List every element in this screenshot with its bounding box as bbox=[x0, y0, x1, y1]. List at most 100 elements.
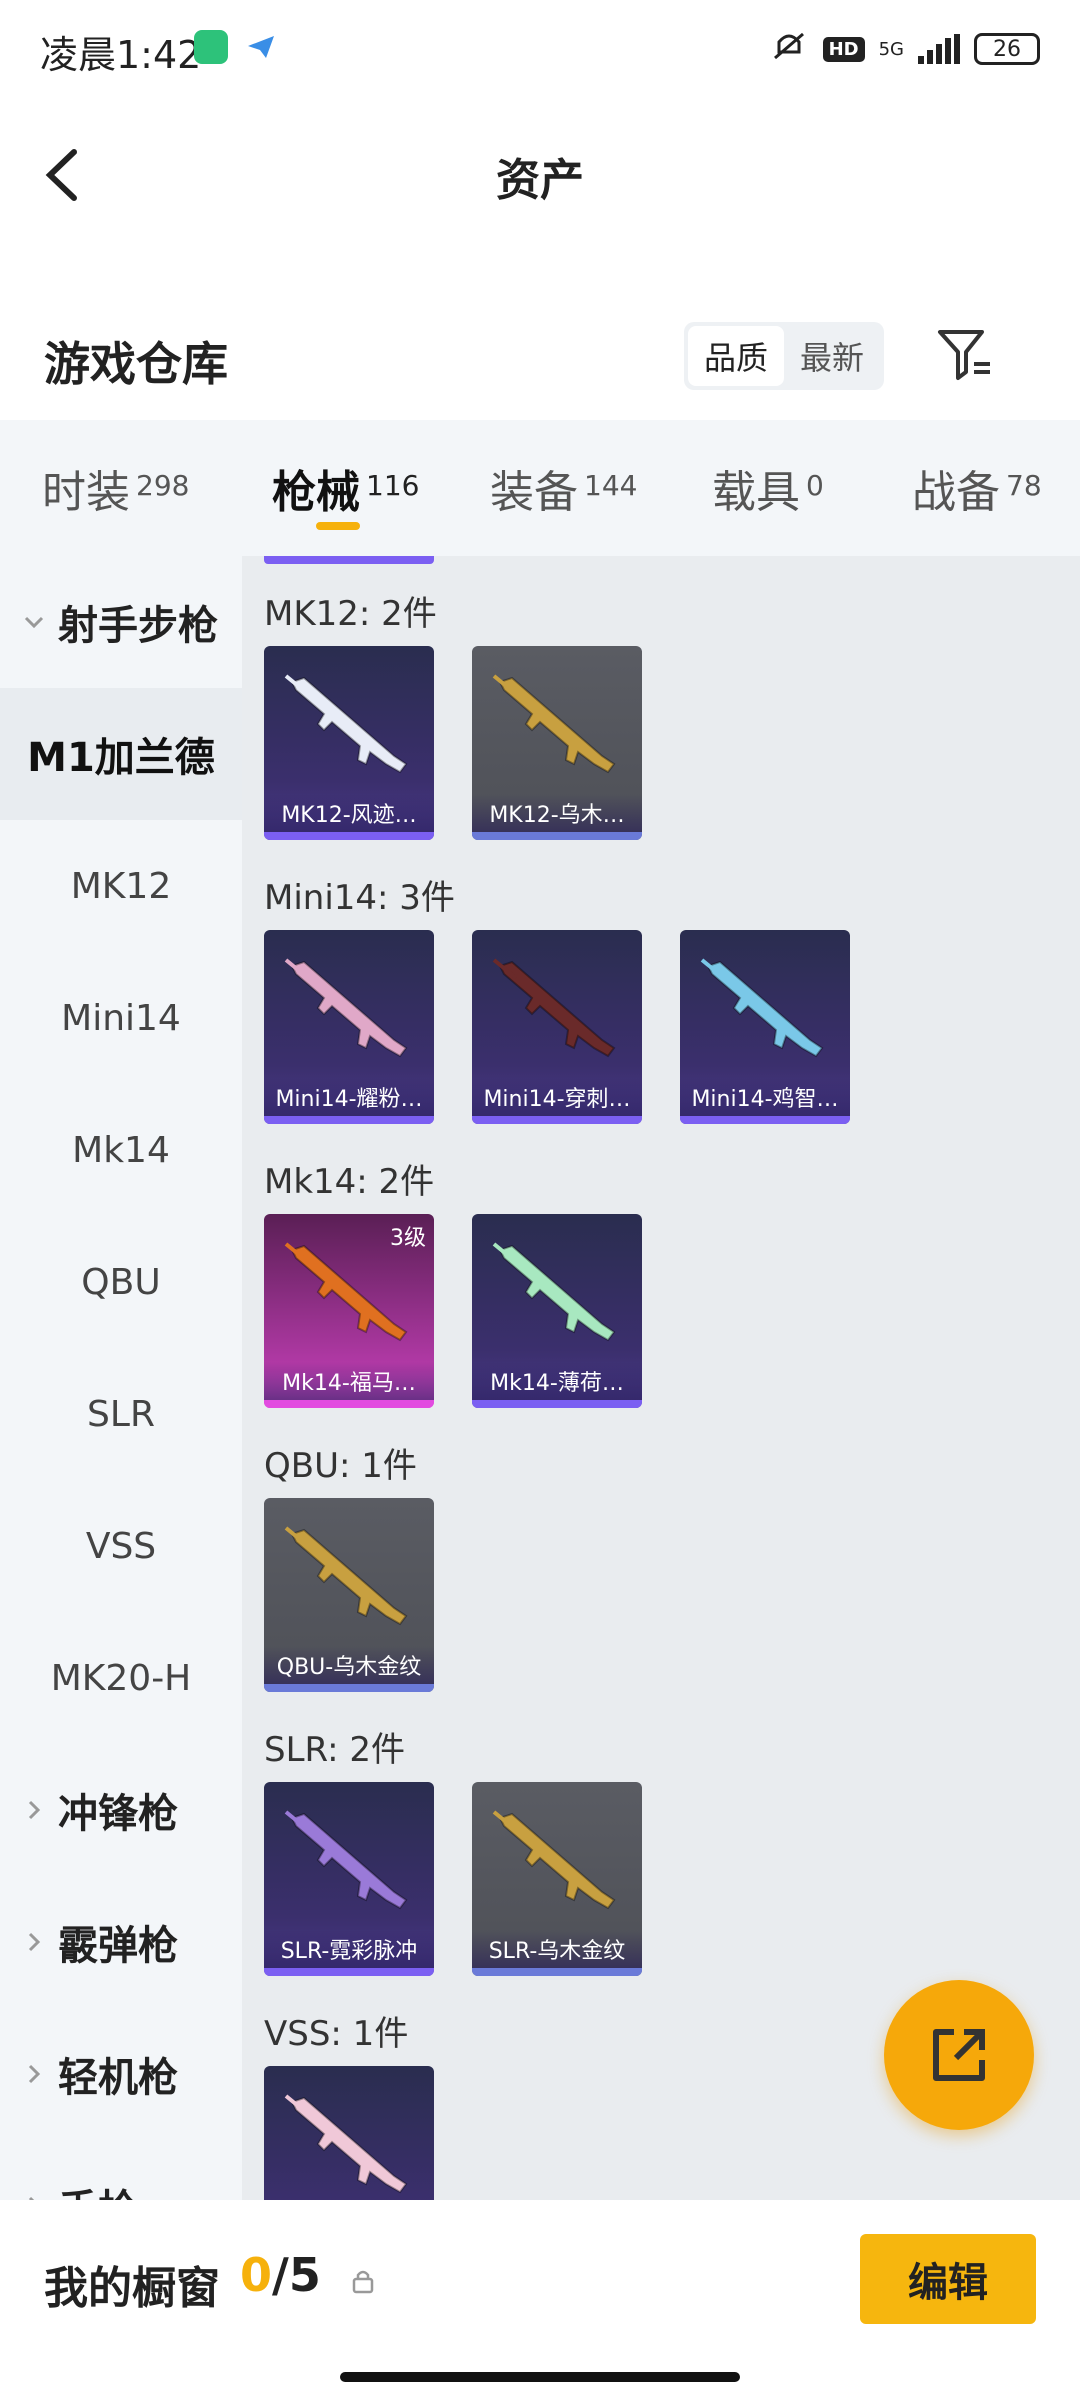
sidebar-group-smg[interactable]: 冲锋枪 bbox=[0, 1744, 242, 1876]
rarity-bar bbox=[472, 1968, 642, 1976]
chevron-right-icon bbox=[28, 1932, 41, 1952]
tab-count: 0 bbox=[806, 469, 824, 502]
shield-app-icon bbox=[194, 30, 228, 64]
showcase-count-sep: / bbox=[272, 2248, 289, 2302]
tab-count: 116 bbox=[366, 469, 420, 502]
share-icon bbox=[933, 2029, 985, 2081]
weapon-grid: MK12: 2件 MK12-风迹… MK12-乌木… Mini14: 3件 Mini14… bbox=[242, 556, 1080, 2200]
tab-fashion[interactable]: 时装 298 bbox=[42, 456, 189, 520]
weapon-card-name: QBU-乌木金纹 bbox=[264, 1646, 434, 1684]
weapon-card[interactable]: Mk14-薄荷… bbox=[472, 1214, 642, 1408]
sidebar-item-m1-garand[interactable]: M1加兰德 bbox=[0, 688, 242, 820]
tab-weapons[interactable]: 枪械 116 bbox=[272, 456, 419, 520]
sidebar-item-vss[interactable]: VSS bbox=[0, 1480, 242, 1612]
sort-quality-button[interactable]: 品质 bbox=[688, 326, 784, 386]
weapon-card[interactable]: MK12-风迹… bbox=[264, 646, 434, 840]
chevron-right-icon bbox=[28, 1800, 41, 1820]
card-edge bbox=[264, 556, 434, 564]
sidebar-item-mk12[interactable]: MK12 bbox=[0, 820, 242, 952]
home-indicator[interactable] bbox=[340, 2372, 740, 2382]
category-title: SLR: 2件 bbox=[264, 1730, 405, 1770]
tab-label: 装备 bbox=[490, 467, 578, 518]
rarity-bar bbox=[264, 1684, 434, 1692]
sidebar-item-mini14[interactable]: Mini14 bbox=[0, 952, 242, 1084]
weapon-card[interactable]: MK12-乌木… bbox=[472, 646, 642, 840]
status-time: 凌晨1:42 bbox=[40, 33, 202, 77]
weapon-card[interactable]: Mini14-耀粉… bbox=[264, 930, 434, 1124]
weapon-card[interactable]: SLR-乌木金纹 bbox=[472, 1782, 642, 1976]
category-tabs: 时装 298 枪械 116 装备 144 载具 0 战备 78 bbox=[0, 420, 1080, 556]
tab-count: 144 bbox=[584, 469, 638, 502]
sidebar-group-marksman[interactable]: 射手步枪 bbox=[0, 556, 242, 688]
tab-label: 时装 bbox=[42, 467, 130, 518]
warehouse-header: 游戏仓库 品质 最新 bbox=[0, 310, 1080, 400]
sidebar-group-label: 手枪 bbox=[58, 2177, 138, 2200]
chevron-right-icon bbox=[28, 2196, 35, 2200]
rifle-icon bbox=[492, 1242, 616, 1342]
sidebar-item-slr[interactable]: SLR bbox=[0, 1348, 242, 1480]
sidebar-group-pistol[interactable]: 手枪 bbox=[0, 2140, 242, 2200]
rarity-bar bbox=[264, 832, 434, 840]
page-title: 资产 bbox=[496, 155, 584, 206]
battery-level: 26 bbox=[993, 36, 1021, 62]
weapon-card-name: SLR-霓彩脉冲 bbox=[264, 1930, 434, 1968]
mute-icon bbox=[769, 28, 809, 70]
sort-toggle: 品质 最新 bbox=[684, 322, 884, 390]
tab-vehicles[interactable]: 载具 0 bbox=[712, 456, 824, 520]
tab-equipment[interactable]: 装备 144 bbox=[490, 456, 637, 520]
rifle-icon bbox=[284, 674, 408, 774]
showcase-count-current: 0 bbox=[240, 2248, 273, 2302]
filter-icon[interactable] bbox=[930, 318, 1000, 388]
sidebar-group-lmg[interactable]: 轻机枪 bbox=[0, 2008, 242, 2140]
weapon-card[interactable]: 3级 Mk14-福马… bbox=[264, 1214, 434, 1408]
rifle-icon bbox=[492, 674, 616, 774]
page-header: 资产 bbox=[0, 120, 1080, 230]
weapon-card-name: MK12-风迹… bbox=[264, 794, 434, 832]
share-button[interactable] bbox=[884, 1980, 1034, 2130]
signal-icon bbox=[918, 34, 960, 64]
sidebar-group-label: 冲锋枪 bbox=[58, 1791, 178, 1837]
sidebar-item-qbu[interactable]: QBU bbox=[0, 1216, 242, 1348]
rarity-bar bbox=[472, 1400, 642, 1408]
edit-button[interactable]: 编辑 bbox=[860, 2234, 1036, 2324]
tab-supplies[interactable]: 战备 78 bbox=[912, 456, 1042, 520]
active-tab-indicator bbox=[316, 522, 360, 530]
sidebar-group-label: 轻机枪 bbox=[58, 2055, 178, 2101]
tab-count: 78 bbox=[1006, 469, 1042, 502]
category-title: QBU: 1件 bbox=[264, 1446, 417, 1486]
rarity-bar bbox=[472, 832, 642, 840]
sidebar-item-mk20h[interactable]: MK20-H bbox=[0, 1612, 242, 1744]
sort-newest-button[interactable]: 最新 bbox=[784, 326, 880, 386]
weapon-card-name: Mini14-鸡智… bbox=[680, 1078, 850, 1116]
weapon-card[interactable]: SLR-霓彩脉冲 bbox=[264, 1782, 434, 1976]
battery-icon: 26 bbox=[974, 33, 1040, 65]
lock-icon bbox=[350, 2268, 376, 2294]
weapon-card[interactable] bbox=[264, 2066, 434, 2200]
warehouse-title: 游戏仓库 bbox=[44, 337, 228, 391]
showcase-count: 0/5 bbox=[240, 2248, 321, 2302]
showcase-bar: 我的橱窗 0/5 编辑 bbox=[0, 2200, 1080, 2400]
showcase-count-total: 5 bbox=[288, 2248, 321, 2302]
rifle-icon bbox=[492, 1810, 616, 1910]
rarity-bar bbox=[264, 1400, 434, 1408]
rifle-icon bbox=[492, 958, 616, 1058]
sidebar-item-mk14[interactable]: Mk14 bbox=[0, 1084, 242, 1216]
weapon-card[interactable]: QBU-乌木金纹 bbox=[264, 1498, 434, 1692]
paper-plane-icon bbox=[244, 30, 278, 64]
rifle-icon bbox=[284, 2094, 408, 2194]
rarity-bar bbox=[680, 1116, 850, 1124]
tab-label: 载具 bbox=[712, 467, 800, 518]
weapon-type-sidebar: 射手步枪 M1加兰德 MK12 Mini14 Mk14 QBU SLR VSS … bbox=[0, 556, 242, 2200]
chevron-right-icon bbox=[28, 2064, 41, 2084]
showcase-label: 我的橱窗 bbox=[44, 2263, 220, 2314]
weapon-card[interactable]: Mini14-鸡智… bbox=[680, 930, 850, 1124]
weapon-card-name: MK12-乌木… bbox=[472, 794, 642, 832]
rifle-icon bbox=[284, 1810, 408, 1910]
tab-count: 298 bbox=[136, 469, 190, 502]
category-title: MK12: 2件 bbox=[264, 594, 437, 634]
sidebar-group-shotgun[interactable]: 霰弹枪 bbox=[0, 1876, 242, 2008]
network-label: 5G bbox=[878, 38, 904, 60]
rifle-icon bbox=[284, 1526, 408, 1626]
sidebar-group-label: 射手步枪 bbox=[58, 603, 218, 649]
weapon-card[interactable]: Mini14-穿刺… bbox=[472, 930, 642, 1124]
